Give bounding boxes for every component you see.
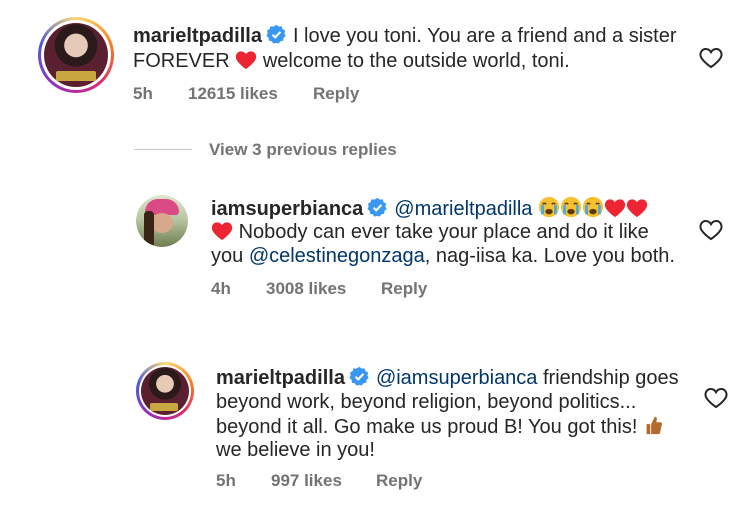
comment-text-line: FOREVER [133, 50, 230, 72]
username[interactable]: marieltpadilla [216, 367, 345, 389]
like-heart-icon[interactable] [699, 47, 723, 74]
comment-time: 5h [216, 471, 236, 490]
comment-time: 5h [133, 84, 153, 103]
verified-badge-icon [266, 24, 287, 52]
username[interactable]: iamsuperbianca [211, 198, 363, 220]
divider-line [134, 149, 192, 150]
comment-text-line: friendship goes [543, 367, 679, 389]
mention-link[interactable]: @marieltpadilla [394, 198, 532, 220]
thumbs-up-emoji-icon [643, 414, 663, 443]
avatar[interactable] [136, 195, 188, 247]
reply-button[interactable]: Reply [376, 471, 422, 491]
comment-text-line: I love you toni. You are a friend and a … [292, 25, 677, 47]
like-count[interactable]: 3008 likes [266, 279, 346, 299]
like-heart-icon[interactable] [699, 219, 723, 246]
comment-text-line: Nobody can ever take your place and do i… [238, 221, 649, 243]
like-heart-icon[interactable] [704, 387, 728, 414]
reply-button[interactable]: Reply [313, 84, 359, 104]
comment-text-line: beyond it all. Go make us proud B! You g… [216, 416, 638, 438]
comment-text-line: welcome to the outside world, toni. [262, 50, 570, 72]
comment-text-line: , nag-iisa ka. Love you both. [424, 245, 675, 267]
avatar[interactable] [38, 17, 114, 93]
comment-time: 4h [211, 279, 231, 298]
comment-text-line: you [211, 245, 244, 267]
comment-text-line: beyond work, beyond religion, beyond pol… [216, 391, 637, 413]
reply-button[interactable]: Reply [381, 279, 427, 299]
mention-link[interactable]: @iamsuperbianca [376, 367, 538, 389]
view-replies-label[interactable]: View 3 previous replies [209, 140, 397, 160]
like-count[interactable]: 997 likes [271, 471, 342, 491]
red-heart-emoji-icon [235, 50, 257, 77]
avatar[interactable] [136, 362, 194, 420]
comment-text-line: we believe in you! [216, 439, 375, 461]
mention-link[interactable]: @celestinegonzaga [249, 245, 425, 267]
like-count[interactable]: 12615 likes [188, 84, 278, 104]
username[interactable]: marieltpadilla [133, 25, 262, 47]
